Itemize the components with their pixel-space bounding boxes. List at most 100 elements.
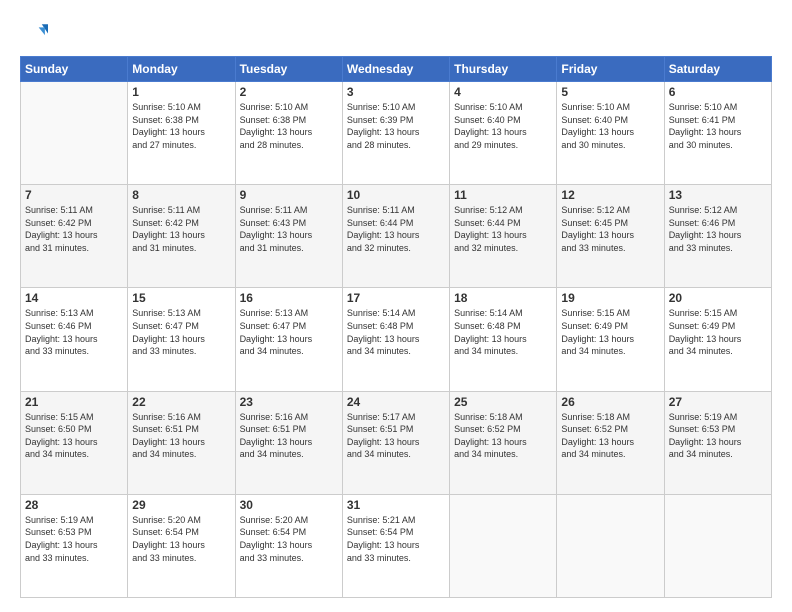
page: SundayMondayTuesdayWednesdayThursdayFrid… xyxy=(0,0,792,612)
calendar-header-row: SundayMondayTuesdayWednesdayThursdayFrid… xyxy=(21,57,772,82)
calendar-cell: 22 Sunrise: 5:16 AM Sunset: 6:51 PM Dayli… xyxy=(128,391,235,494)
calendar-day-header: Tuesday xyxy=(235,57,342,82)
calendar-cell: 21Sunrise: 5:15 AM Sunset: 6:50 PM Dayli… xyxy=(21,391,128,494)
calendar-cell: 16 Sunrise: 5:13 AM Sunset: 6:47 PM Dayli… xyxy=(235,288,342,391)
day-info: Sunrise: 5:15 AM Sunset: 6:49 PM Dayligh… xyxy=(561,307,659,357)
day-number: 26 xyxy=(561,395,659,409)
day-info: Sunrise: 5:13 AM Sunset: 6:46 PM Dayligh… xyxy=(25,307,123,357)
day-number: 15 xyxy=(132,291,230,305)
calendar-table: SundayMondayTuesdayWednesdayThursdayFrid… xyxy=(20,56,772,598)
day-number: 20 xyxy=(669,291,767,305)
day-info: Sunrise: 5:10 AM Sunset: 6:41 PM Dayligh… xyxy=(669,101,767,151)
day-info: Sunrise: 5:10 AM Sunset: 6:38 PM Dayligh… xyxy=(132,101,230,151)
day-info: Sunrise: 5:20 AM Sunset: 6:54 PM Dayligh… xyxy=(240,514,338,564)
calendar-cell: 11 Sunrise: 5:12 AM Sunset: 6:44 PM Dayli… xyxy=(450,185,557,288)
day-info: Sunrise: 5:19 AM Sunset: 6:53 PM Dayligh… xyxy=(669,411,767,461)
day-number: 16 xyxy=(240,291,338,305)
day-number: 30 xyxy=(240,498,338,512)
day-info: Sunrise: 5:10 AM Sunset: 6:39 PM Dayligh… xyxy=(347,101,445,151)
calendar-cell: 24 Sunrise: 5:17 AM Sunset: 6:51 PM Dayli… xyxy=(342,391,449,494)
calendar-cell xyxy=(21,82,128,185)
day-number: 12 xyxy=(561,188,659,202)
calendar-cell xyxy=(664,494,771,597)
calendar-week-row: 21Sunrise: 5:15 AM Sunset: 6:50 PM Dayli… xyxy=(21,391,772,494)
calendar-day-header: Wednesday xyxy=(342,57,449,82)
calendar-cell: 8 Sunrise: 5:11 AM Sunset: 6:42 PM Daylig… xyxy=(128,185,235,288)
day-info: Sunrise: 5:17 AM Sunset: 6:51 PM Dayligh… xyxy=(347,411,445,461)
calendar-cell: 23Sunrise: 5:16 AM Sunset: 6:51 PM Dayli… xyxy=(235,391,342,494)
calendar-week-row: 1 Sunrise: 5:10 AM Sunset: 6:38 PM Daylig… xyxy=(21,82,772,185)
day-info: Sunrise: 5:11 AM Sunset: 6:43 PM Dayligh… xyxy=(240,204,338,254)
day-number: 19 xyxy=(561,291,659,305)
calendar-day-header: Thursday xyxy=(450,57,557,82)
day-info: Sunrise: 5:18 AM Sunset: 6:52 PM Dayligh… xyxy=(561,411,659,461)
day-number: 5 xyxy=(561,85,659,99)
calendar-cell: 26 Sunrise: 5:18 AM Sunset: 6:52 PM Dayli… xyxy=(557,391,664,494)
day-info: Sunrise: 5:12 AM Sunset: 6:44 PM Dayligh… xyxy=(454,204,552,254)
day-info: Sunrise: 5:15 AM Sunset: 6:50 PM Dayligh… xyxy=(25,411,123,461)
calendar-cell: 9 Sunrise: 5:11 AM Sunset: 6:43 PM Daylig… xyxy=(235,185,342,288)
logo-icon xyxy=(20,18,48,46)
calendar-cell: 3 Sunrise: 5:10 AM Sunset: 6:39 PM Daylig… xyxy=(342,82,449,185)
day-number: 1 xyxy=(132,85,230,99)
day-number: 2 xyxy=(240,85,338,99)
logo xyxy=(20,18,52,46)
day-info: Sunrise: 5:10 AM Sunset: 6:40 PM Dayligh… xyxy=(454,101,552,151)
calendar-day-header: Friday xyxy=(557,57,664,82)
calendar-cell: 28 Sunrise: 5:19 AM Sunset: 6:53 PM Dayli… xyxy=(21,494,128,597)
day-info: Sunrise: 5:16 AM Sunset: 6:51 PM Dayligh… xyxy=(132,411,230,461)
day-info: Sunrise: 5:13 AM Sunset: 6:47 PM Dayligh… xyxy=(132,307,230,357)
header xyxy=(20,18,772,46)
calendar-week-row: 28 Sunrise: 5:19 AM Sunset: 6:53 PM Dayli… xyxy=(21,494,772,597)
day-info: Sunrise: 5:16 AM Sunset: 6:51 PM Dayligh… xyxy=(240,411,338,461)
day-number: 13 xyxy=(669,188,767,202)
day-info: Sunrise: 5:13 AM Sunset: 6:47 PM Dayligh… xyxy=(240,307,338,357)
calendar-day-header: Monday xyxy=(128,57,235,82)
calendar-cell: 1 Sunrise: 5:10 AM Sunset: 6:38 PM Daylig… xyxy=(128,82,235,185)
day-info: Sunrise: 5:10 AM Sunset: 6:40 PM Dayligh… xyxy=(561,101,659,151)
calendar-cell xyxy=(557,494,664,597)
calendar-cell xyxy=(450,494,557,597)
day-number: 18 xyxy=(454,291,552,305)
calendar-day-header: Sunday xyxy=(21,57,128,82)
day-info: Sunrise: 5:11 AM Sunset: 6:42 PM Dayligh… xyxy=(132,204,230,254)
calendar-cell: 20 Sunrise: 5:15 AM Sunset: 6:49 PM Dayli… xyxy=(664,288,771,391)
day-number: 25 xyxy=(454,395,552,409)
day-number: 11 xyxy=(454,188,552,202)
day-number: 3 xyxy=(347,85,445,99)
day-info: Sunrise: 5:10 AM Sunset: 6:38 PM Dayligh… xyxy=(240,101,338,151)
day-number: 22 xyxy=(132,395,230,409)
day-info: Sunrise: 5:11 AM Sunset: 6:42 PM Dayligh… xyxy=(25,204,123,254)
calendar-cell: 13Sunrise: 5:12 AM Sunset: 6:46 PM Dayli… xyxy=(664,185,771,288)
day-number: 14 xyxy=(25,291,123,305)
calendar-cell: 17 Sunrise: 5:14 AM Sunset: 6:48 PM Dayli… xyxy=(342,288,449,391)
calendar-cell: 25 Sunrise: 5:18 AM Sunset: 6:52 PM Dayli… xyxy=(450,391,557,494)
day-number: 6 xyxy=(669,85,767,99)
day-number: 27 xyxy=(669,395,767,409)
day-number: 7 xyxy=(25,188,123,202)
day-info: Sunrise: 5:21 AM Sunset: 6:54 PM Dayligh… xyxy=(347,514,445,564)
day-number: 17 xyxy=(347,291,445,305)
calendar-cell: 10Sunrise: 5:11 AM Sunset: 6:44 PM Dayli… xyxy=(342,185,449,288)
day-info: Sunrise: 5:14 AM Sunset: 6:48 PM Dayligh… xyxy=(347,307,445,357)
day-number: 31 xyxy=(347,498,445,512)
day-info: Sunrise: 5:14 AM Sunset: 6:48 PM Dayligh… xyxy=(454,307,552,357)
calendar-cell: 30 Sunrise: 5:20 AM Sunset: 6:54 PM Dayli… xyxy=(235,494,342,597)
day-info: Sunrise: 5:18 AM Sunset: 6:52 PM Dayligh… xyxy=(454,411,552,461)
day-number: 9 xyxy=(240,188,338,202)
calendar-cell: 31 Sunrise: 5:21 AM Sunset: 6:54 PM Dayli… xyxy=(342,494,449,597)
calendar-cell: 12 Sunrise: 5:12 AM Sunset: 6:45 PM Dayli… xyxy=(557,185,664,288)
day-info: Sunrise: 5:12 AM Sunset: 6:45 PM Dayligh… xyxy=(561,204,659,254)
calendar-week-row: 7 Sunrise: 5:11 AM Sunset: 6:42 PM Daylig… xyxy=(21,185,772,288)
calendar-cell: 15 Sunrise: 5:13 AM Sunset: 6:47 PM Dayli… xyxy=(128,288,235,391)
calendar-day-header: Saturday xyxy=(664,57,771,82)
day-number: 28 xyxy=(25,498,123,512)
day-number: 24 xyxy=(347,395,445,409)
day-number: 8 xyxy=(132,188,230,202)
calendar-cell: 5 Sunrise: 5:10 AM Sunset: 6:40 PM Daylig… xyxy=(557,82,664,185)
calendar-cell: 2 Sunrise: 5:10 AM Sunset: 6:38 PM Daylig… xyxy=(235,82,342,185)
day-info: Sunrise: 5:19 AM Sunset: 6:53 PM Dayligh… xyxy=(25,514,123,564)
day-info: Sunrise: 5:11 AM Sunset: 6:44 PM Dayligh… xyxy=(347,204,445,254)
calendar-cell: 4Sunrise: 5:10 AM Sunset: 6:40 PM Daylig… xyxy=(450,82,557,185)
day-info: Sunrise: 5:15 AM Sunset: 6:49 PM Dayligh… xyxy=(669,307,767,357)
